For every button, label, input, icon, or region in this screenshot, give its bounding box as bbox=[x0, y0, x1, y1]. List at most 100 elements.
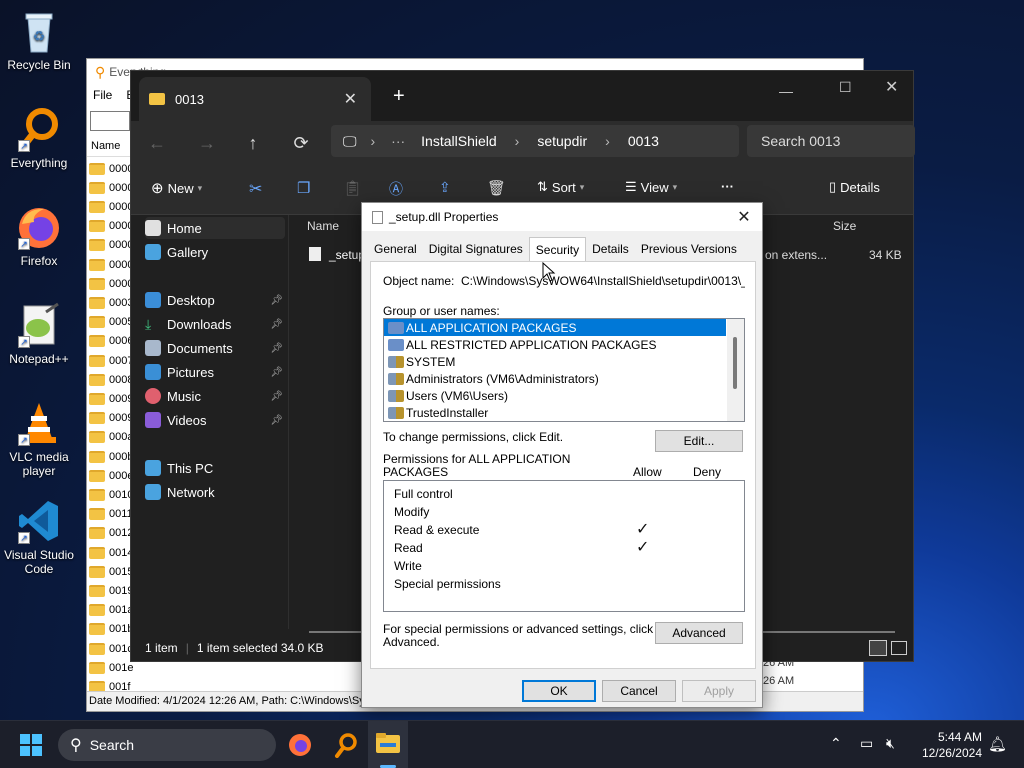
sidebar-item-music[interactable]: Music 📌︎ bbox=[145, 385, 285, 407]
table-row[interactable]: 0003 bbox=[89, 293, 133, 312]
edit-button[interactable]: Edit... bbox=[655, 430, 743, 452]
volume-muted-icon[interactable]: 🔇︎ bbox=[886, 735, 895, 752]
new-tab-button[interactable]: + bbox=[393, 85, 405, 108]
pin-icon[interactable]: 📌︎ bbox=[270, 319, 283, 330]
desktop-icon-vlc[interactable]: ↗ VLC media player bbox=[0, 400, 78, 478]
sidebar-item-desktop[interactable]: Desktop 📌︎ bbox=[145, 289, 285, 311]
table-row[interactable]: 000a bbox=[89, 428, 133, 447]
taskbar-everything-icon[interactable] bbox=[334, 732, 358, 758]
desktop-icon-everything[interactable]: ↗ Everything bbox=[0, 106, 78, 170]
tab-general[interactable]: General bbox=[368, 239, 423, 261]
list-item[interactable]: ALL RESTRICTED APPLICATION PACKAGES bbox=[384, 336, 744, 353]
column-header-name[interactable]: Name bbox=[307, 219, 339, 233]
table-row[interactable]: 0019 bbox=[89, 581, 133, 600]
more-locations-icon[interactable]: ··· bbox=[391, 133, 405, 149]
menu-file[interactable]: File bbox=[93, 88, 112, 102]
breadcrumb-item[interactable]: setupdir bbox=[537, 133, 587, 149]
chevron-up-icon[interactable]: ⌃ bbox=[830, 735, 842, 752]
dialog-close-icon[interactable]: ✕ bbox=[734, 207, 754, 227]
table-row[interactable]: 000e bbox=[89, 466, 133, 485]
table-row[interactable]: 001c bbox=[89, 639, 133, 658]
table-row[interactable]: 001b bbox=[89, 620, 133, 639]
breadcrumb-item[interactable]: InstallShield bbox=[421, 133, 497, 149]
list-item[interactable]: ALL APPLICATION PACKAGES bbox=[384, 319, 726, 336]
desktop-icon-firefox[interactable]: ↗ Firefox bbox=[0, 204, 78, 268]
table-row[interactable]: 0000 bbox=[89, 178, 133, 197]
up-arrow-icon[interactable]: ↑ bbox=[239, 129, 267, 157]
tab-close-icon[interactable]: ✕ bbox=[344, 89, 357, 109]
sidebar-item-home[interactable]: Home bbox=[145, 217, 285, 239]
column-header-size[interactable]: Size bbox=[833, 219, 856, 233]
taskbar-firefox-icon[interactable] bbox=[288, 733, 312, 757]
desktop-icon-notepadpp[interactable]: ↗ Notepad++ bbox=[0, 302, 78, 366]
table-row[interactable]: 0005 bbox=[89, 313, 133, 332]
apply-button[interactable]: Apply bbox=[682, 680, 756, 702]
network-status-icon[interactable]: ▭ bbox=[860, 735, 873, 752]
table-row[interactable]: 0000 bbox=[89, 159, 133, 178]
table-row[interactable]: 001a bbox=[89, 601, 133, 620]
delete-icon[interactable]: 🗑︎ bbox=[487, 179, 506, 197]
table-row[interactable]: 0010 bbox=[89, 485, 133, 504]
sidebar-item-downloads[interactable]: ⤓ Downloads 📌︎ bbox=[145, 313, 285, 335]
table-row[interactable]: 0015 bbox=[89, 562, 133, 581]
cut-icon[interactable]: ✂ bbox=[249, 179, 262, 199]
maximize-icon[interactable]: ☐ bbox=[839, 79, 852, 96]
sidebar-item-videos[interactable]: Videos 📌︎ bbox=[145, 409, 285, 431]
everything-search-input[interactable] bbox=[90, 111, 130, 131]
pin-icon[interactable]: 📌︎ bbox=[270, 367, 283, 378]
address-bar[interactable]: 🖵 › ··· InstallShield › setupdir › 0013 bbox=[331, 125, 739, 157]
sidebar-item-network[interactable]: Network bbox=[145, 481, 285, 503]
table-row[interactable]: 0012 bbox=[89, 524, 133, 543]
rename-icon[interactable]: Ⓐ bbox=[389, 179, 403, 199]
everything-column-name[interactable]: Name bbox=[87, 137, 131, 157]
table-row[interactable]: 001e bbox=[89, 658, 133, 677]
breadcrumb-item[interactable]: 0013 bbox=[628, 133, 659, 149]
details-pane-button[interactable]: ▯ Details bbox=[829, 179, 880, 195]
properties-dialog[interactable]: _setup.dll Properties ✕ General Digital … bbox=[361, 202, 763, 708]
desktop-icon-vscode[interactable]: ↗ Visual Studio Code bbox=[0, 498, 78, 576]
pin-icon[interactable]: 📌︎ bbox=[270, 391, 283, 402]
table-row[interactable]: 0014 bbox=[89, 543, 133, 562]
forward-arrow-icon[interactable]: → bbox=[193, 129, 221, 157]
tab-previous-versions[interactable]: Previous Versions bbox=[635, 239, 743, 261]
list-item[interactable]: Users (VM6\Users) bbox=[384, 387, 744, 404]
pin-icon[interactable]: 📌︎ bbox=[270, 343, 283, 354]
list-item[interactable]: TrustedInstaller bbox=[384, 404, 744, 421]
sidebar-item-pictures[interactable]: Pictures 📌︎ bbox=[145, 361, 285, 383]
view-button[interactable]: ☰ View ▾ bbox=[625, 179, 677, 195]
group-user-list[interactable]: ALL APPLICATION PACKAGES ALL RESTRICTED … bbox=[383, 318, 745, 422]
table-row[interactable]: 0011 bbox=[89, 505, 133, 524]
table-row[interactable]: 0000 bbox=[89, 197, 133, 216]
table-row[interactable]: 0000 bbox=[89, 236, 133, 255]
tiles-view-icon[interactable] bbox=[891, 641, 907, 655]
tab-details[interactable]: Details bbox=[586, 239, 635, 261]
scrollbar-thumb[interactable] bbox=[733, 337, 737, 389]
taskbar-search-box[interactable]: ⚲ Search bbox=[58, 729, 276, 761]
more-options-button[interactable]: ··· bbox=[721, 179, 734, 194]
close-window-icon[interactable]: ✕ bbox=[885, 77, 898, 97]
tab-security[interactable]: Security bbox=[528, 237, 587, 261]
paste-icon[interactable]: 📋︎ bbox=[343, 179, 362, 197]
sidebar-item-documents[interactable]: Documents 📌︎ bbox=[145, 337, 285, 359]
table-row[interactable]: 0007 bbox=[89, 351, 133, 370]
list-item[interactable]: Administrators (VM6\Administrators) bbox=[384, 370, 744, 387]
cancel-button[interactable]: Cancel bbox=[602, 680, 676, 702]
share-icon[interactable]: ⇪ bbox=[439, 179, 451, 196]
table-row[interactable]: 000b bbox=[89, 447, 133, 466]
sidebar-item-gallery[interactable]: Gallery bbox=[145, 241, 285, 263]
windows-start-icon[interactable] bbox=[20, 734, 42, 756]
list-item[interactable]: SYSTEM bbox=[384, 353, 744, 370]
dialog-titlebar[interactable]: _setup.dll Properties ✕ bbox=[362, 203, 762, 231]
explorer-tab[interactable]: 0013 ✕ bbox=[139, 77, 371, 121]
details-view-icon[interactable] bbox=[869, 640, 887, 656]
table-row[interactable]: 0000 bbox=[89, 274, 133, 293]
copy-icon[interactable]: ❐ bbox=[297, 179, 310, 197]
sidebar-item-this-pc[interactable]: This PC bbox=[145, 457, 285, 479]
new-button[interactable]: ⊕ New ▾ bbox=[151, 179, 202, 197]
advanced-button[interactable]: Advanced bbox=[655, 622, 743, 644]
notification-bell-icon[interactable]: 🔔︎ bbox=[988, 735, 1007, 753]
back-arrow-icon[interactable]: ← bbox=[143, 129, 171, 157]
taskbar-explorer-button[interactable] bbox=[368, 721, 408, 768]
table-row[interactable]: 0009 bbox=[89, 409, 133, 428]
table-row[interactable]: 0000 bbox=[89, 217, 133, 236]
